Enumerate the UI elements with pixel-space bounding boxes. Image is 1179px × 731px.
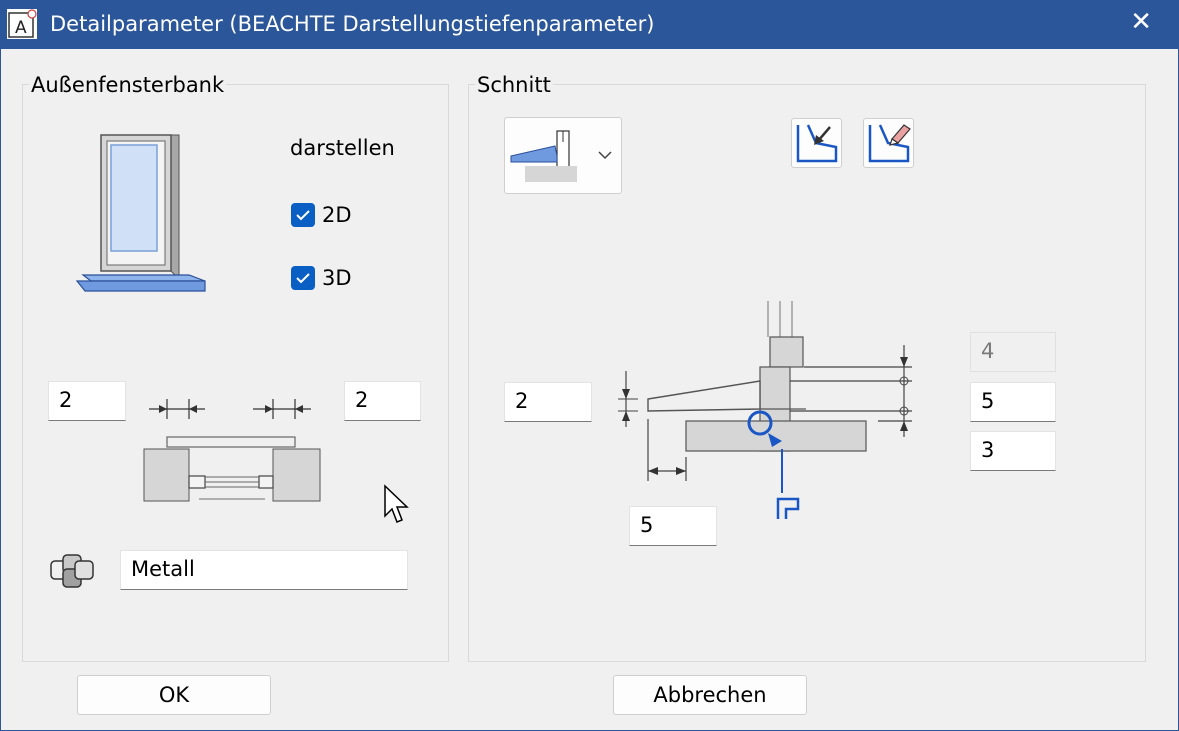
pick-profile-button[interactable] — [791, 118, 842, 168]
checkbox-2d-label: 2D — [322, 203, 352, 227]
dim-mid-input[interactable]: 5 — [970, 382, 1056, 422]
checkmark-icon — [296, 273, 310, 284]
checkbox-2d[interactable] — [291, 203, 315, 227]
material-icon[interactable] — [49, 553, 95, 593]
edit-profile-button[interactable] — [863, 118, 914, 168]
group-label-schnitt: Schnitt — [475, 73, 553, 97]
ok-button[interactable]: OK — [77, 675, 271, 715]
svg-text:A: A — [15, 18, 27, 38]
sill-plan-diagram — [141, 393, 323, 509]
window-sill-preview-icon — [73, 129, 213, 303]
material-input[interactable]: Metall — [120, 550, 408, 590]
edit-profile-icon — [868, 124, 911, 163]
close-icon[interactable]: ✕ — [1130, 7, 1152, 37]
dim-top-input: 4 — [970, 332, 1056, 372]
thickness-input[interactable]: 2 — [504, 382, 592, 422]
pick-profile-icon — [796, 124, 838, 163]
dialog-window: A Detailparameter (BEACHTE Darstellungst… — [0, 0, 1179, 731]
dim-bottom-input[interactable]: 3 — [970, 431, 1056, 471]
checkmark-icon — [296, 210, 310, 221]
chevron-down-icon — [598, 151, 612, 160]
overhang-right-input[interactable]: 2 — [344, 381, 421, 421]
sill-type-dropdown[interactable] — [504, 117, 622, 194]
title-bar: A Detailparameter (BEACHTE Darstellungst… — [1, 1, 1178, 49]
section-diagram — [606, 297, 926, 531]
checkbox-3d-label: 3D — [322, 266, 352, 290]
cancel-button[interactable]: Abbrechen — [613, 675, 807, 715]
window-title: Detailparameter (BEACHTE Darstellungstie… — [50, 12, 655, 36]
mouse-cursor-icon — [383, 484, 411, 530]
checkbox-3d[interactable] — [291, 266, 315, 290]
app-icon: A — [7, 9, 37, 39]
overhang-left-input[interactable]: 2 — [48, 381, 126, 421]
sill-type-icon — [510, 130, 612, 182]
darstellen-label: darstellen — [290, 136, 395, 160]
group-label-aussenfensterbank: Außenfensterbank — [29, 73, 227, 97]
